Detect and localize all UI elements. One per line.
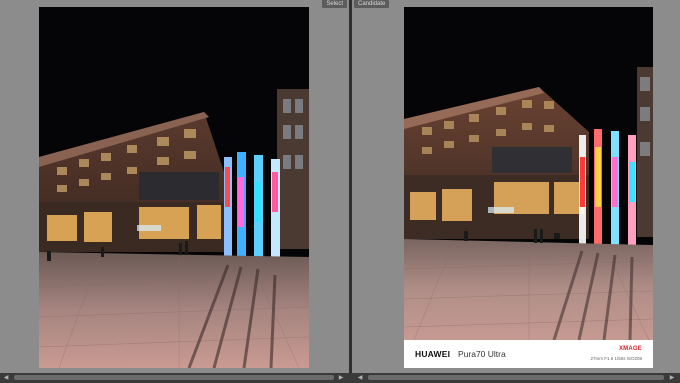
triangle-right-icon[interactable]: ▶ bbox=[337, 373, 345, 383]
left-comparison-pane[interactable]: Select bbox=[0, 0, 349, 373]
watermark-exif: 27mm F1.6 1/50s ISO208 bbox=[590, 356, 642, 361]
triangle-left-icon[interactable]: ◀ bbox=[2, 373, 10, 383]
bottom-scroll-bar: ◀ ▶ ◀ ▶ bbox=[0, 373, 680, 383]
photo-rendering bbox=[404, 7, 653, 340]
night-street-photo-candidate: HUAWEI Pura70 Ultra XMAGE 27mm F1.6 1/50… bbox=[404, 7, 653, 368]
left-pane-scrollbar[interactable] bbox=[14, 375, 334, 380]
right-pane-scrollbar[interactable] bbox=[368, 375, 664, 380]
triangle-left-icon[interactable]: ◀ bbox=[356, 373, 364, 383]
right-comparison-pane[interactable]: Candidate HUAWEI Pura70 Ultra XMAGE 27mm… bbox=[352, 0, 680, 373]
pane-label-candidate: Candidate bbox=[354, 0, 390, 8]
watermark-badge: XMAGE bbox=[618, 346, 642, 352]
photo-rendering bbox=[39, 7, 309, 368]
triangle-right-icon[interactable]: ▶ bbox=[668, 373, 676, 383]
pane-label-select: Select bbox=[322, 0, 347, 8]
camera-watermark-strip: HUAWEI Pura70 Ultra XMAGE 27mm F1.6 1/50… bbox=[404, 340, 653, 368]
night-street-photo-select bbox=[39, 7, 309, 368]
watermark-brand: HUAWEI bbox=[415, 349, 451, 359]
watermark-model: Pura70 Ultra bbox=[458, 349, 506, 359]
